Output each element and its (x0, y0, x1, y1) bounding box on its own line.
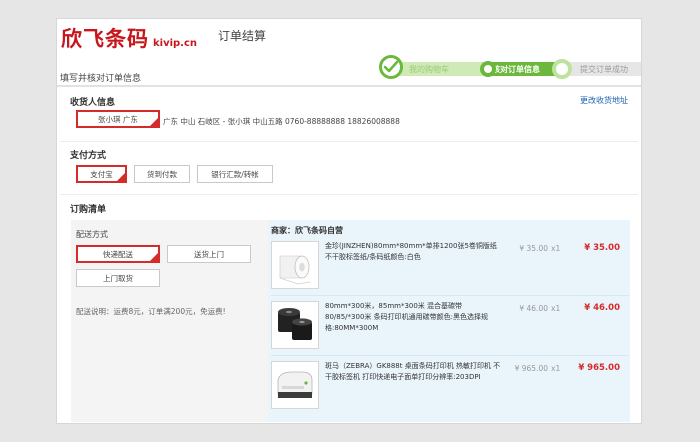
product-subtotal: ¥ 35.00 (584, 243, 620, 253)
progress-step-cart-label: 我的购物车 (409, 65, 449, 74)
consignee-section-title: 收货人信息 (70, 98, 116, 108)
logo-domain: kivip.cn (153, 38, 198, 49)
product-image-label-roll[interactable] (271, 241, 319, 289)
product-subtotal: ¥ 965.00 (578, 363, 620, 373)
order-section-title: 订购清单 (70, 205, 107, 215)
payment-option-alipay[interactable]: 支付宝 (76, 165, 127, 183)
delivery-note: 配送说明：运费8元，订单满200元，免运费! (76, 307, 226, 316)
step-todo-circle (552, 59, 572, 79)
consignee-address: 广东 中山 石岐区 - 张小琪 中山五路 0760-88888888 18826… (163, 117, 400, 126)
site-logo[interactable]: 欣飞条码 kivip.cn (61, 23, 198, 51)
checkout-page: 欣飞条码 kivip.cn 订单结算 填写并核对订单信息 我的购物车 核对订单信… (56, 18, 642, 424)
payment-option-cod[interactable]: 货到付款 (134, 165, 190, 183)
change-address-link[interactable]: 更改收货地址 (580, 95, 628, 106)
payment-option-bank-transfer[interactable]: 银行汇款/转帐 (197, 165, 273, 183)
merchant-name: 商家：欣飞条码自营 (271, 226, 343, 235)
product-image-printer[interactable] (271, 361, 319, 409)
product-subtotal: ¥ 46.00 (584, 303, 620, 313)
product-unit-price: ¥ 35.00 (519, 244, 548, 253)
item-divider (271, 295, 629, 296)
ribbon-rolls-icon (272, 302, 318, 348)
step-current-circle (480, 61, 496, 77)
product-quantity: x1 (551, 244, 561, 253)
page-subtitle: 填写并核对订单信息 (60, 74, 142, 84)
consignee-option[interactable]: 张小琪 广东 (76, 110, 160, 128)
progress-step-submit-label: 提交订单成功 (580, 65, 628, 74)
label-roll-icon (272, 242, 318, 288)
product-name[interactable]: 金珍(JINZHEN)80mm*80mm*单排1200张5卷铜版纸不干胶标签纸/… (325, 241, 501, 263)
page-title: 订单结算 (218, 29, 267, 43)
progress-step-confirm-label: 核对订单信息 (492, 65, 540, 74)
step-done-circle (379, 55, 403, 79)
product-quantity: x1 (551, 304, 561, 313)
checkout-progress: 我的购物车 核对订单信息 提交订单成功 (379, 53, 641, 83)
product-name[interactable]: 80mm*300米，85mm*300米 混合基碳带80/85/*300米 条码打… (325, 301, 501, 334)
label-printer-icon (272, 362, 318, 408)
delivery-title: 配送方式 (76, 230, 108, 239)
delivery-option-home-delivery[interactable]: 送货上门 (167, 245, 251, 263)
product-unit-price: ¥ 965.00 (514, 364, 548, 373)
delivery-option-express[interactable]: 快递配送 (76, 245, 160, 263)
product-unit-price: ¥ 46.00 (519, 304, 548, 313)
product-image-ribbon[interactable] (271, 301, 319, 349)
product-name[interactable]: 斑马（ZEBRA）GK888t 桌面条码打印机 热敏打印机 不干胶标签机 打印快… (325, 361, 501, 383)
checkmark-icon (383, 60, 399, 73)
logo-text: 欣飞条码 (61, 26, 149, 51)
product-quantity: x1 (551, 364, 561, 373)
item-divider (271, 355, 629, 356)
section-divider (60, 194, 638, 195)
section-divider (60, 141, 638, 142)
delivery-option-pickup[interactable]: 上门取货 (76, 269, 160, 287)
header-divider (57, 85, 641, 87)
payment-section-title: 支付方式 (70, 151, 107, 161)
